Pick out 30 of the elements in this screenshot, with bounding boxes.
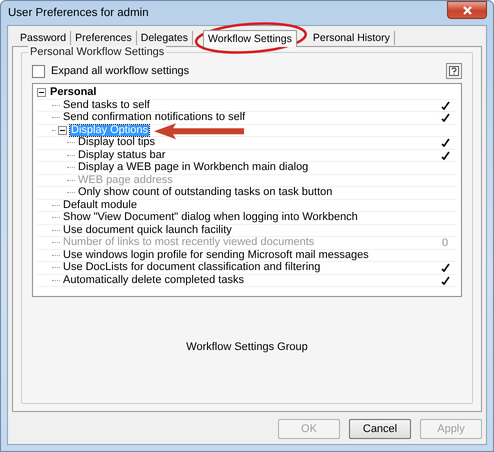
tree-item[interactable]: Personal — [49, 87, 98, 98]
collapse-icon[interactable] — [37, 88, 46, 98]
tree-item[interactable]: Send confirmation notifications to self — [62, 112, 246, 124]
number-value: 0 — [442, 236, 448, 249]
collapse-icon[interactable] — [58, 126, 67, 135]
tree-item[interactable]: Display a WEB page in Workbench main dialog — [77, 162, 310, 174]
tab[interactable]: Password — [16, 31, 72, 45]
tree-item[interactable]: Use document quick launch facility — [62, 224, 233, 236]
tree-item[interactable]: Default module — [62, 200, 138, 211]
tab[interactable]: Personal History — [308, 31, 395, 45]
checkbox-label[interactable]: Expand all workflow settings — [51, 65, 190, 77]
tree-item[interactable]: Use windows login profile for sending Microsoft mail messages — [62, 250, 370, 261]
group-title: Personal Workflow Settings — [28, 46, 166, 58]
checkbox[interactable] — [32, 64, 45, 78]
tab[interactable]: Delegates — [136, 31, 194, 45]
tree-item[interactable]: Only show count of outstanding tasks on task button — [77, 187, 334, 198]
tree-item[interactable]: Display tool tips — [77, 137, 156, 148]
close-button[interactable] — [447, 1, 487, 19]
tab[interactable]: Workflow Settings — [203, 30, 297, 47]
tree-item[interactable]: Send tasks to self — [62, 100, 151, 111]
group-caption: Workflow Settings Group — [186, 341, 308, 353]
tree-item[interactable]: Automatically delete completed tasks — [62, 274, 245, 286]
help-icon[interactable] — [446, 63, 462, 79]
dialog-button[interactable]: Cancel — [349, 419, 411, 439]
close-icon — [462, 6, 472, 14]
tree-item[interactable]: Display status bar — [77, 150, 166, 161]
tab[interactable]: Preferences — [71, 31, 137, 45]
window-title: User Preferences for admin — [8, 7, 149, 19]
tree-item[interactable]: Use DocLists for document classification and filtering — [62, 262, 322, 274]
tree-item[interactable]: Show "View Document" dialog when logging into Workbench — [62, 212, 359, 224]
